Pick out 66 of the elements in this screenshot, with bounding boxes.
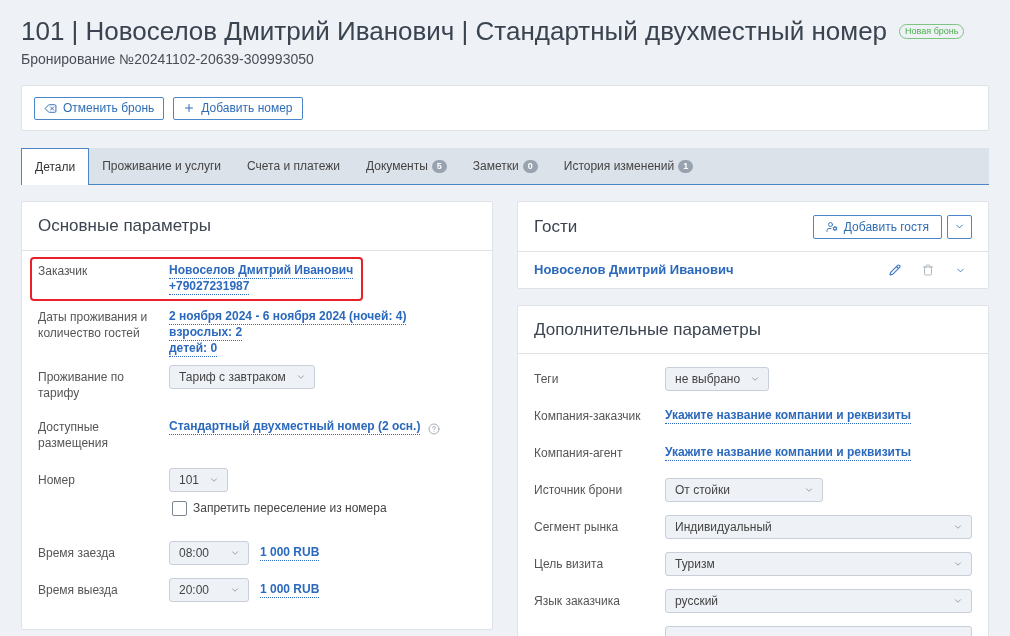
tab[interactable]: Детали xyxy=(21,148,90,185)
chevron-icon xyxy=(209,475,220,485)
chevron-icon xyxy=(953,559,963,569)
dropdown-field[interactable]: русский xyxy=(665,589,972,613)
chevron-icon xyxy=(953,522,963,532)
field-label: Время выезда xyxy=(38,582,119,599)
field-label: Цель визита xyxy=(534,556,605,573)
tab[interactable]: Счета и платежи xyxy=(233,148,353,184)
card-title: Дополнительные параметры xyxy=(534,318,761,341)
dropdown-field[interactable]: Туризм xyxy=(665,552,972,576)
value-link[interactable]: Укажите название компании и реквизиты xyxy=(665,445,912,461)
field-label: Сегмент рынка xyxy=(534,519,620,536)
value-link[interactable]: Укажите название компании и реквизиты xyxy=(665,408,912,424)
chevron-icon xyxy=(953,596,963,606)
field-label: Доступные размещения xyxy=(38,419,109,451)
value-link[interactable]: 2 ноября 2024 - 6 ноября 2024 (ночей: 4) xyxy=(169,309,407,325)
toolbar-button[interactable]: Добавить номер xyxy=(173,96,303,120)
field-label: Источник брони xyxy=(534,482,624,499)
field-label: Даты проживания и количество гостей xyxy=(38,309,149,342)
field-label: Теги xyxy=(534,371,560,388)
more-button[interactable] xyxy=(947,214,972,239)
value-link[interactable]: Новоселов Дмитрий Иванович xyxy=(169,263,354,279)
guest-name-link[interactable]: Новоселов Дмитрий Иванович xyxy=(534,260,734,280)
tariff-dropdown[interactable]: Тариф с завтраком xyxy=(169,365,315,389)
field-label: Проживание по тарифу xyxy=(38,369,125,401)
dropdown-field[interactable]: От стойки xyxy=(665,478,823,502)
field-label: Заказчик xyxy=(38,263,89,280)
chevron-icon xyxy=(295,372,306,382)
chevron-icon xyxy=(750,374,761,384)
user-gear-icon xyxy=(825,220,838,233)
tab[interactable]: Проживание и услуги xyxy=(89,148,234,184)
toolbar-button[interactable]: Отменить бронь xyxy=(34,96,165,120)
price-link[interactable]: 1 000 RUB xyxy=(260,545,320,561)
booking-number: Бронирование №20241102-20639-309993050 xyxy=(21,50,314,68)
page-title: 101 | Новоселов Дмитрий Иванович | Стандартный двухместный номер xyxy=(21,15,888,47)
card-title: Основные параметры xyxy=(38,215,211,238)
dropdown-field[interactable]: Индивидуальный xyxy=(665,515,972,539)
value-link[interactable]: взрослых: 2 xyxy=(169,325,243,341)
room-dropdown[interactable]: 101 xyxy=(169,468,229,492)
card-title: Гости xyxy=(534,215,578,238)
help-icon[interactable] xyxy=(428,422,441,435)
chevron-icon xyxy=(230,548,240,558)
plus-icon xyxy=(183,102,196,114)
checkbox-label: Запретить переселение из номера xyxy=(193,500,387,517)
field-label: Время заезда xyxy=(38,545,116,562)
price-link[interactable]: 1 000 RUB xyxy=(260,582,320,598)
add-guest-button[interactable]: Добавить гостя xyxy=(812,214,942,239)
tab[interactable]: История изменений 1 xyxy=(550,148,707,184)
pencil-icon[interactable] xyxy=(889,264,901,276)
field-label: Компания-агент xyxy=(534,445,624,462)
backspace-icon xyxy=(44,101,57,115)
tab[interactable]: Заметки 0 xyxy=(459,148,551,184)
chevron-icon xyxy=(804,485,814,495)
value-link[interactable]: +79027231987 xyxy=(169,279,250,295)
chevron-icon xyxy=(230,585,240,595)
field-label: Компания-заказчик xyxy=(534,408,642,425)
checkbox[interactable] xyxy=(172,500,187,516)
tags-dropdown[interactable]: не выбрано xyxy=(665,367,770,391)
value-link[interactable]: детей: 0 xyxy=(169,341,218,357)
time-dropdown[interactable]: 20:00 xyxy=(169,578,249,602)
tab[interactable]: Документы 5 xyxy=(353,148,460,184)
value-link[interactable]: Стандартный двухместный номер (2 осн.) xyxy=(169,419,421,435)
field-label: Номер xyxy=(38,472,76,489)
time-dropdown[interactable]: 08:00 xyxy=(169,541,249,565)
field-label: Язык заказчика xyxy=(534,593,621,610)
trash-icon[interactable] xyxy=(922,264,934,276)
